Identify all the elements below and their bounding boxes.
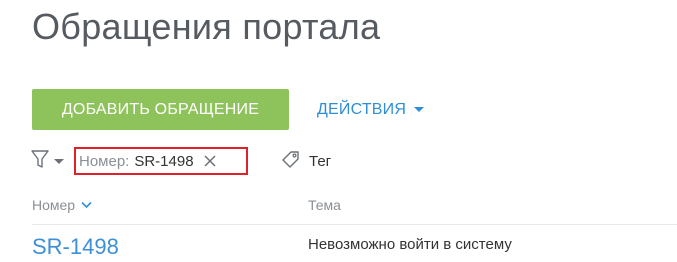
- page-title: Обращения портала: [32, 6, 381, 47]
- funnel-icon: [31, 149, 49, 174]
- column-header-number[interactable]: Номер: [32, 197, 92, 213]
- close-icon[interactable]: [204, 155, 216, 167]
- column-header-topic[interactable]: Тема: [308, 197, 341, 213]
- tag-filter-button[interactable]: Тег: [281, 149, 331, 173]
- tag-label: Тег: [309, 152, 332, 170]
- actions-menu-button[interactable]: ДЕЙСТВИЯ: [317, 100, 425, 119]
- filter-row: Номер: SR-1498 Тег: [31, 146, 331, 176]
- add-request-button[interactable]: ДОБАВИТЬ ОБРАЩЕНИЕ: [32, 89, 289, 130]
- table-header: Номер Тема: [0, 197, 677, 217]
- column-label: Номер: [32, 197, 76, 213]
- sort-chevron-icon: [81, 201, 92, 209]
- filter-menu-button[interactable]: [31, 149, 64, 174]
- table-row[interactable]: SR-1498 Невозможно войти в систему: [0, 234, 677, 262]
- request-topic: Невозможно войти в систему: [308, 236, 512, 253]
- request-number-link[interactable]: SR-1498: [32, 234, 119, 260]
- filter-tag-value: SR-1498: [134, 152, 194, 170]
- toolbar: ДОБАВИТЬ ОБРАЩЕНИЕ ДЕЙСТВИЯ: [32, 89, 425, 130]
- actions-label: ДЕЙСТВИЯ: [317, 100, 407, 118]
- chevron-down-icon: [414, 107, 425, 112]
- chevron-down-icon: [54, 158, 64, 164]
- active-filter-tag: Номер: SR-1498: [74, 147, 248, 175]
- filter-tag-key: Номер:: [79, 152, 130, 170]
- divider: [32, 224, 677, 225]
- tag-icon: [281, 149, 301, 173]
